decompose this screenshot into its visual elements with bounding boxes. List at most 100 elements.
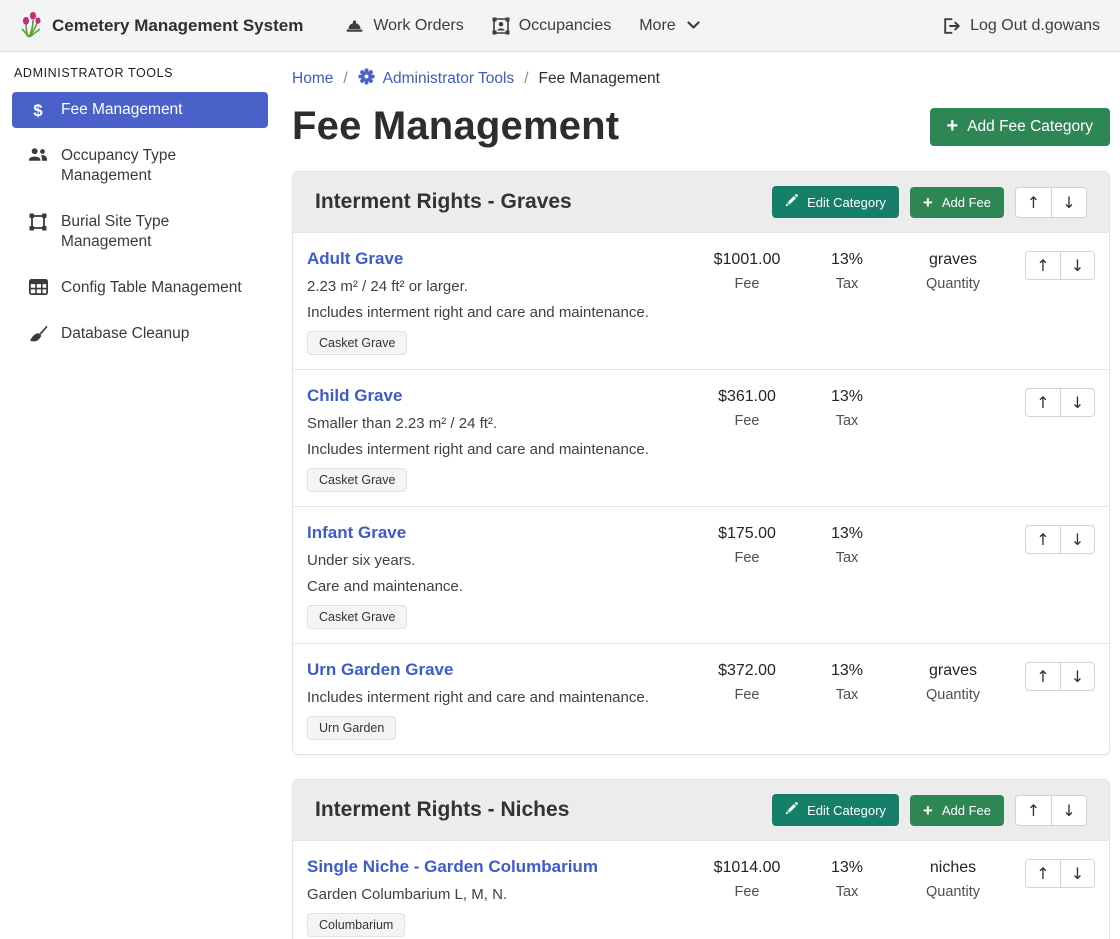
sidebar-item-label: Burial Site Type Management [61, 212, 256, 252]
nav-more-label: More [639, 17, 675, 35]
plus-icon: + [923, 196, 933, 209]
people-icon [28, 147, 48, 162]
nav-work-orders[interactable]: Work Orders [331, 11, 477, 41]
fee-description: Includes interment right and care and ma… [307, 304, 687, 321]
fee-category-header: Interment Rights - Niches Edit Category … [293, 780, 1109, 840]
move-category-down-button[interactable]: ↓ [1051, 187, 1087, 218]
move-fee-down-button[interactable]: ↓ [1060, 388, 1095, 417]
fee-name-link[interactable]: Single Niche - Garden Columbarium [307, 857, 598, 877]
pencil-icon [785, 802, 798, 818]
fee-amount-column: $372.00 Fee [695, 660, 799, 740]
hard-hat-icon [345, 18, 364, 34]
breadcrumb-admin-tools-label: Administrator Tools [383, 70, 515, 88]
move-category-up-button[interactable]: ↑ [1015, 187, 1051, 218]
fee-tax-label: Tax [799, 884, 895, 900]
fee-amount: $175.00 [695, 525, 799, 543]
fee-tag: Casket Grave [307, 468, 407, 492]
move-fee-down-button[interactable]: ↓ [1060, 662, 1095, 691]
edit-category-button[interactable]: Edit Category [772, 794, 899, 826]
fee-description: Garden Columbarium L, M, N. [307, 886, 687, 903]
edit-category-label: Edit Category [807, 195, 886, 210]
breadcrumb-home-link[interactable]: Home [292, 70, 333, 88]
add-fee-category-button[interactable]: + Add Fee Category [930, 108, 1110, 146]
fee-amount-label: Fee [695, 884, 799, 900]
app-brand: Cemetery Management System [18, 8, 303, 43]
sidebar-item-config-table-management[interactable]: Config Table Management [12, 270, 268, 306]
edit-category-label: Edit Category [807, 803, 886, 818]
logout-button[interactable]: Log Out d.gowans [929, 11, 1102, 41]
fee-amount-label: Fee [695, 413, 799, 429]
nav-work-orders-label: Work Orders [373, 17, 463, 35]
pencil-icon [785, 194, 798, 210]
top-navbar: Cemetery Management System Work Orders O [0, 0, 1120, 52]
fee-amount-label: Fee [695, 276, 799, 292]
app-title: Cemetery Management System [52, 16, 303, 36]
move-fee-up-button[interactable]: ↑ [1025, 662, 1060, 691]
add-fee-button[interactable]: + Add Fee [910, 795, 1004, 826]
fee-row: Urn Garden Grave Includes interment righ… [293, 643, 1109, 754]
move-fee-down-button[interactable]: ↓ [1060, 859, 1095, 888]
sidebar-item-label: Config Table Management [61, 278, 242, 298]
fee-tax: 13% [799, 251, 895, 269]
fee-tax-label: Tax [799, 276, 895, 292]
fee-tax: 13% [799, 662, 895, 680]
fee-description: Smaller than 2.23 m² / 24 ft². [307, 415, 687, 432]
fee-amount: $1001.00 [695, 251, 799, 269]
sidebar-item-occupancy-type-management[interactable]: Occupancy Type Management [12, 138, 268, 194]
move-fee-up-button[interactable]: ↑ [1025, 388, 1060, 417]
fee-name-link[interactable]: Infant Grave [307, 523, 406, 543]
table-icon [28, 279, 48, 295]
chevron-down-icon [687, 21, 700, 30]
fee-tax-column: 13% Tax [799, 386, 895, 492]
fee-tax-label: Tax [799, 413, 895, 429]
fee-description: Care and maintenance. [307, 578, 687, 595]
fee-description: 2.23 m² / 24 ft² or larger. [307, 278, 687, 295]
fee-tag: Casket Grave [307, 605, 407, 629]
fee-name-link[interactable]: Child Grave [307, 386, 402, 406]
move-fee-down-button[interactable]: ↓ [1060, 251, 1095, 280]
sidebar-item-fee-management[interactable]: $Fee Management [12, 92, 268, 128]
nav-more[interactable]: More [625, 11, 713, 41]
move-category-up-button[interactable]: ↑ [1015, 795, 1051, 826]
fee-quantity-column [895, 523, 1011, 629]
breadcrumb-separator: / [524, 70, 528, 88]
page-title: Fee Management [292, 104, 619, 149]
edit-category-button[interactable]: Edit Category [772, 186, 899, 218]
fee-tax-label: Tax [799, 687, 895, 703]
sidebar-heading: ADMINISTRATOR TOOLS [0, 66, 280, 92]
logout-label: Log Out d.gowans [970, 17, 1100, 35]
category-title: Interment Rights - Niches [315, 798, 569, 822]
fee-tax-column: 13% Tax [799, 249, 895, 355]
category-title: Interment Rights - Graves [315, 190, 572, 214]
sidebar-item-label: Fee Management [61, 100, 183, 120]
fee-category-card: Interment Rights - Niches Edit Category … [292, 779, 1110, 939]
fee-tax-column: 13% Tax [799, 523, 895, 629]
fee-quantity-label: Quantity [895, 276, 1011, 292]
fee-quantity: graves [895, 662, 1011, 680]
move-fee-up-button[interactable]: ↑ [1025, 525, 1060, 554]
sidebar-item-database-cleanup[interactable]: Database Cleanup [12, 316, 268, 352]
breadcrumb-admin-tools-link[interactable]: Administrator Tools [358, 68, 515, 90]
add-fee-button[interactable]: + Add Fee [910, 187, 1004, 218]
nav-occupancies-label: Occupancies [519, 17, 612, 35]
sidebar-item-burial-site-type-management[interactable]: Burial Site Type Management [12, 204, 268, 260]
fee-amount: $361.00 [695, 388, 799, 406]
plot-frame-icon [28, 213, 48, 231]
fee-row: Infant Grave Under six years. Care and ma… [293, 506, 1109, 643]
move-fee-up-button[interactable]: ↑ [1025, 859, 1060, 888]
sidebar-item-label: Occupancy Type Management [61, 146, 256, 186]
fee-row: Single Niche - Garden Columbarium Garden… [293, 840, 1109, 939]
fee-description: Under six years. [307, 552, 687, 569]
fee-tax-label: Tax [799, 550, 895, 566]
fee-name-link[interactable]: Urn Garden Grave [307, 660, 453, 680]
fee-category-list: Interment Rights - Graves Edit Category … [292, 171, 1110, 939]
logout-icon [943, 18, 961, 34]
move-fee-up-button[interactable]: ↑ [1025, 251, 1060, 280]
add-fee-category-label: Add Fee Category [967, 118, 1093, 136]
fee-quantity-column: graves Quantity [895, 249, 1011, 355]
fee-name-link[interactable]: Adult Grave [307, 249, 403, 269]
move-category-down-button[interactable]: ↓ [1051, 795, 1087, 826]
fee-quantity: niches [895, 859, 1011, 877]
move-fee-down-button[interactable]: ↓ [1060, 525, 1095, 554]
nav-occupancies[interactable]: Occupancies [478, 11, 626, 41]
